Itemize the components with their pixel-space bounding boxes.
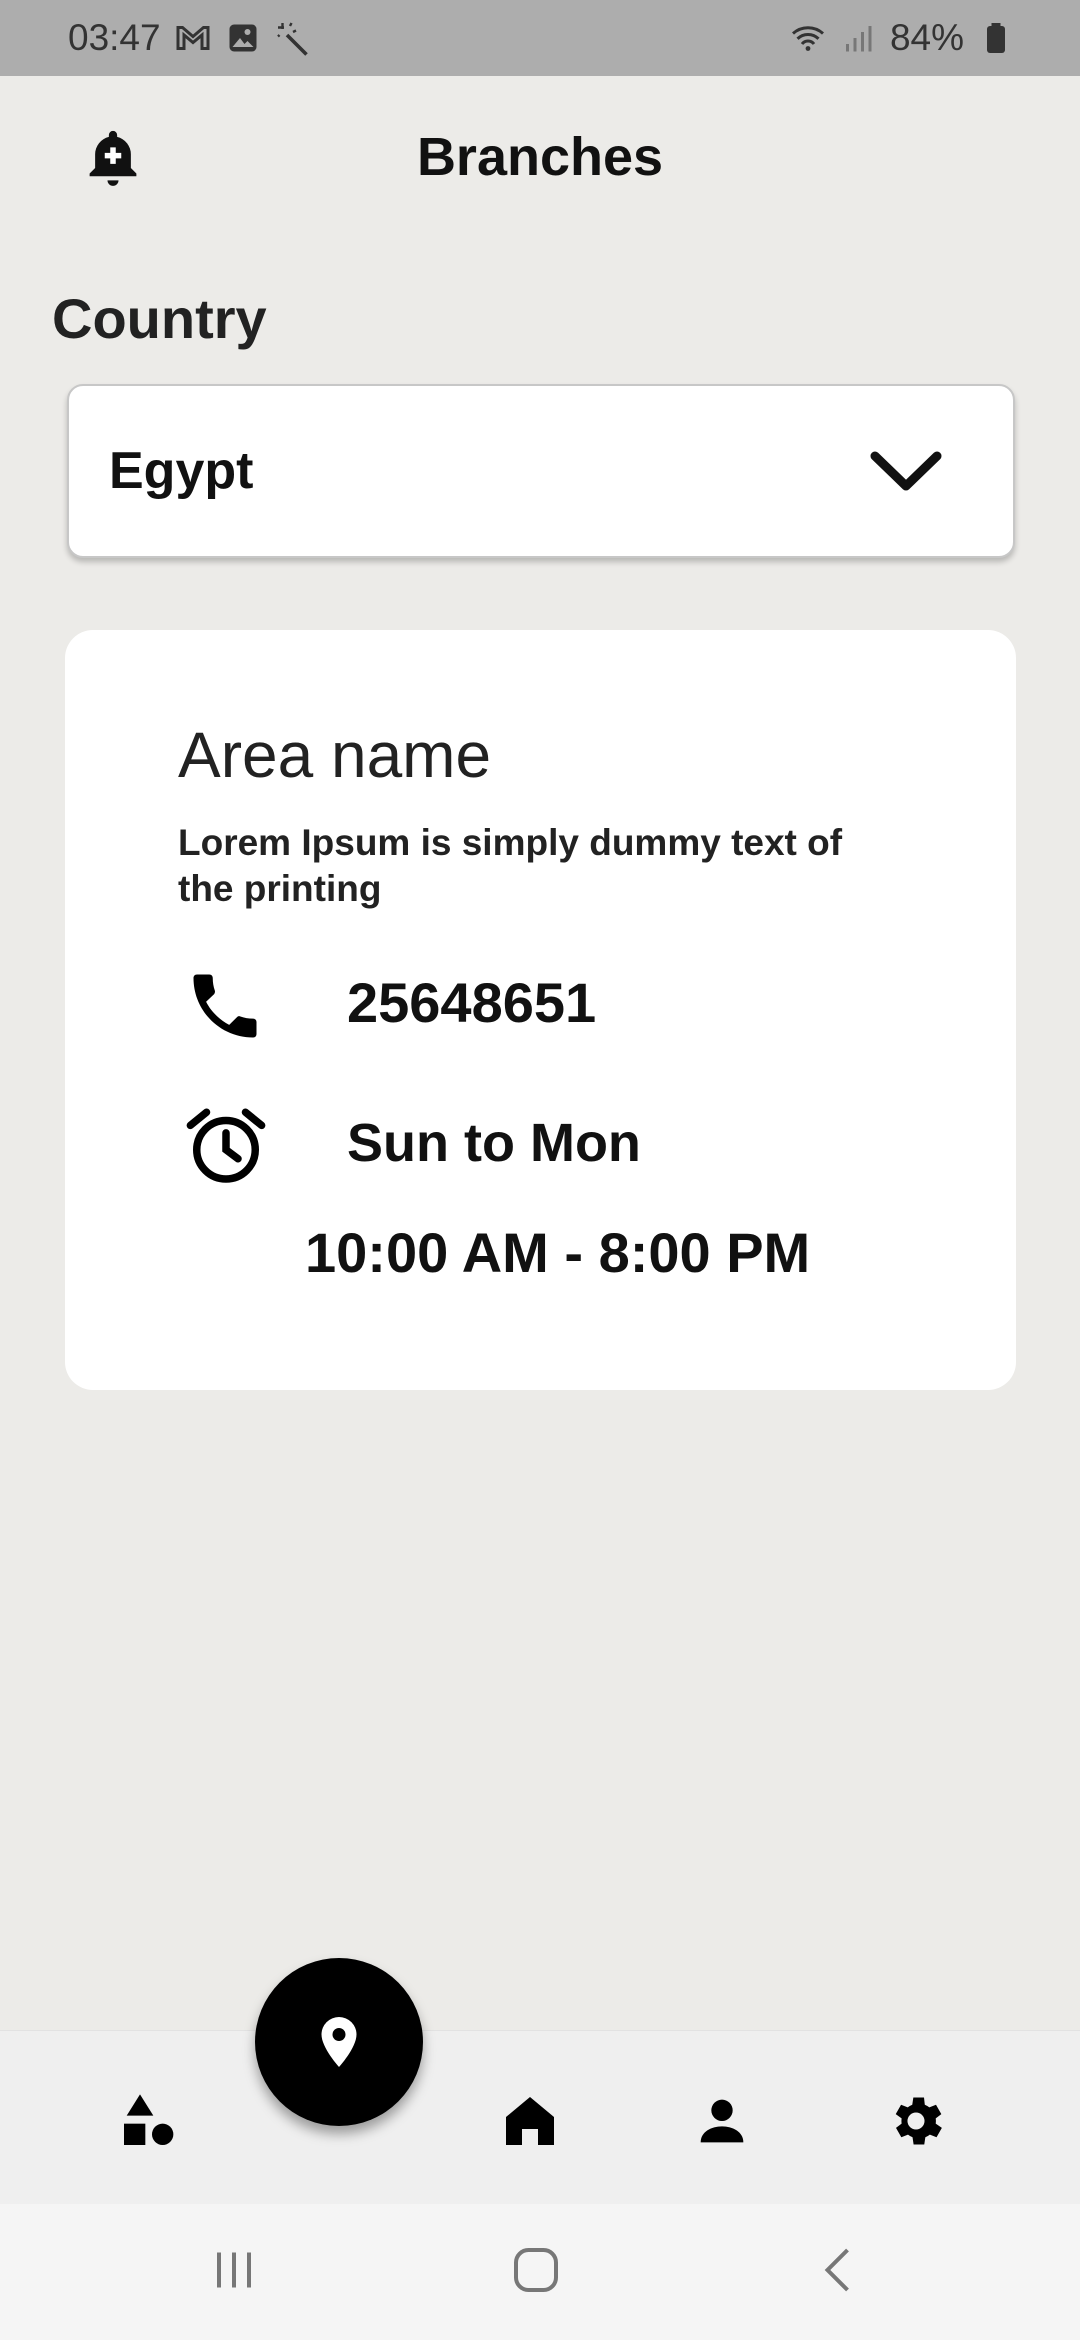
location-pin-icon [321,2017,357,2067]
home-circle-icon[interactable] [506,2240,566,2300]
bottom-nav [0,2030,1080,2204]
branches-screen: 03:47 84% Branches Country Egypt Area na… [0,0,1080,2340]
phone-number[interactable]: 25648651 [347,970,596,1035]
area-description: Lorem Ipsum is simply dummy text of the … [178,822,843,909]
page-title: Branches [416,127,664,187]
back-icon[interactable] [810,2240,870,2300]
status-bar: 03:47 84% [0,0,1080,76]
nav-home[interactable] [494,2085,566,2157]
nav-branches-active[interactable] [255,1958,423,2126]
signal-icon [845,26,872,52]
working-days: Sun to Mon [347,1113,641,1173]
status-time: 03:47 [68,17,161,58]
home-icon [506,2097,554,2145]
phone-icon [193,974,257,1038]
branch-card[interactable]: Area name Lorem Ipsum is simply dummy te… [65,630,1016,1390]
country-label: Country [52,287,267,350]
nav-profile[interactable] [686,2085,758,2157]
settings-gear-icon [895,2097,942,2145]
wifi-icon [791,26,824,51]
country-dropdown[interactable]: Egypt [67,384,1015,558]
status-left: 03:47 [68,17,311,59]
battery-percent: 84% [889,17,964,58]
area-name: Area name [178,719,492,791]
battery-icon [987,23,1005,53]
working-hours: 10:00 AM - 8:00 PM [305,1221,811,1284]
status-right: 84% [790,17,1014,59]
categories-icon [124,2094,174,2145]
chevron-down-icon [870,451,942,491]
gmail-icon [176,26,210,50]
profile-icon [700,2099,744,2143]
nav-settings[interactable] [880,2085,952,2157]
nav-categories[interactable] [112,2085,184,2157]
country-selected-value: Egypt [109,442,254,500]
alarm-clock-icon [186,1108,266,1183]
system-nav-bar [0,2204,1080,2340]
magic-wand-icon [276,22,308,56]
header: Branches [0,96,1080,218]
gallery-icon [229,24,257,52]
recent-apps-icon[interactable] [204,2240,264,2300]
